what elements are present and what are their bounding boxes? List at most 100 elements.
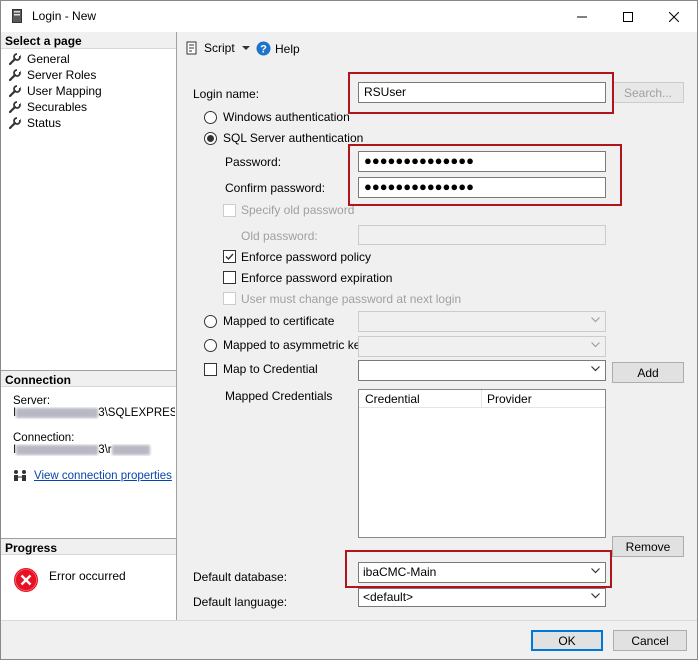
map-credential-label: Map to Credential: [223, 362, 318, 376]
wrench-icon: [9, 53, 21, 65]
connection-info: Connection: I 3\r: [13, 432, 175, 456]
maximize-button[interactable]: [605, 1, 651, 32]
asymmetric-key-select[interactable]: [358, 336, 606, 357]
mapped-asymmetric-radio[interactable]: [204, 339, 217, 352]
redacted-block: [16, 407, 99, 418]
chevron-down-icon: [591, 568, 600, 574]
page-item-label: General: [27, 52, 70, 66]
password-input[interactable]: ●●●●●●●●●●●●●●: [358, 151, 606, 172]
progress-status: Error occurred: [13, 567, 126, 593]
help-button[interactable]: ? Help: [256, 41, 300, 56]
default-language-label: Default language:: [193, 595, 288, 609]
server-icon: [12, 9, 22, 23]
page-item-securables[interactable]: Securables: [9, 99, 102, 115]
chevron-down-icon: [591, 366, 600, 372]
page-item-label: User Mapping: [27, 84, 102, 98]
default-language-value: <default>: [363, 590, 414, 604]
select-page-header: Select a page: [1, 32, 176, 49]
windows-auth-label: Windows authentication: [223, 110, 350, 124]
mapped-certificate-label: Mapped to certificate: [223, 314, 335, 328]
connection-properties-icon: [14, 470, 26, 481]
mapped-credentials-grid[interactable]: Credential Provider: [358, 389, 606, 538]
connection-header: Connection: [1, 370, 176, 387]
toolbar: Script ? Help: [178, 32, 697, 66]
confirm-password-label: Confirm password:: [225, 181, 326, 195]
redacted-block: [111, 444, 150, 455]
map-credential-checkbox[interactable]: [204, 363, 217, 376]
page-item-label: Status: [27, 116, 62, 130]
remove-button[interactable]: Remove: [612, 536, 684, 557]
page-item-label: Securables: [27, 100, 88, 114]
wrench-icon: [9, 101, 21, 113]
must-change-checkbox[interactable]: [223, 292, 236, 305]
grid-header: Credential Provider: [359, 390, 605, 408]
view-connection-properties: View connection properties: [13, 469, 172, 482]
page-item-user-mapping[interactable]: User Mapping: [9, 83, 102, 99]
dropdown-arrow-icon: [241, 45, 250, 50]
mapped-credentials-label: Mapped Credentials: [225, 389, 333, 403]
redacted-block: [16, 444, 99, 455]
server-label: Server:: [13, 395, 51, 407]
close-button[interactable]: [651, 1, 697, 32]
enforce-expiration-checkbox[interactable]: [223, 271, 236, 284]
view-connection-properties-link[interactable]: View connection properties: [34, 470, 172, 482]
general-page-content: Login name: RSUser Search... Windows aut…: [178, 68, 697, 620]
specify-old-password-checkbox[interactable]: [223, 204, 236, 217]
page-item-status[interactable]: Status: [9, 115, 102, 131]
page-item-general[interactable]: General: [9, 51, 102, 67]
connection-value: I 3\r: [13, 444, 175, 456]
credential-select[interactable]: [358, 360, 606, 381]
dialog-footer: OK Cancel: [1, 620, 697, 659]
search-button[interactable]: Search...: [612, 82, 684, 103]
sql-auth-radio[interactable]: [204, 132, 217, 145]
confirm-password-input[interactable]: ●●●●●●●●●●●●●●: [358, 177, 606, 198]
connection-label: Connection:: [13, 432, 75, 444]
window-title: Login - New: [32, 9, 97, 23]
close-icon: [669, 11, 679, 22]
enforce-policy-checkbox[interactable]: [223, 250, 236, 263]
wrench-icon: [9, 69, 21, 81]
progress-header: Progress: [1, 538, 176, 555]
old-password-input[interactable]: [358, 225, 606, 245]
title-bar: Login - New: [1, 1, 697, 32]
svg-text:?: ?: [260, 44, 267, 56]
old-password-label: Old password:: [241, 229, 318, 243]
default-database-select[interactable]: ibaCMC-Main: [358, 562, 606, 583]
default-database-label: Default database:: [193, 570, 288, 584]
enforce-expiration-label: Enforce password expiration: [241, 271, 393, 285]
default-language-select[interactable]: <default>: [358, 588, 606, 607]
sql-auth-label: SQL Server authentication: [223, 131, 364, 145]
add-button[interactable]: Add: [612, 362, 684, 383]
script-label: Script: [204, 41, 235, 55]
help-icon: ?: [256, 41, 271, 56]
ok-button[interactable]: OK: [531, 630, 603, 651]
script-icon: [186, 41, 197, 55]
server-value-suffix: 3\SQLEXPRES: [98, 407, 175, 419]
checkmark-icon: [225, 253, 234, 261]
mapped-certificate-radio[interactable]: [204, 315, 217, 328]
page-item-server-roles[interactable]: Server Roles: [9, 67, 102, 83]
login-new-dialog: Login - New Select a page General Server…: [0, 0, 698, 660]
server-value: I 3\SQLEXPRES: [13, 407, 175, 419]
provider-column-header[interactable]: Provider: [487, 392, 532, 406]
chevron-down-icon: [591, 342, 600, 348]
default-database-value: ibaCMC-Main: [363, 565, 437, 579]
certificate-select[interactable]: [358, 311, 606, 332]
page-list: General Server Roles User Mapping Secura…: [9, 51, 102, 131]
script-button[interactable]: Script: [185, 41, 250, 55]
left-pane: Select a page General Server Roles User …: [1, 32, 177, 620]
login-name-input[interactable]: RSUser: [358, 82, 606, 103]
credential-column-header[interactable]: Credential: [365, 392, 420, 406]
cancel-button[interactable]: Cancel: [613, 630, 687, 651]
minimize-icon: [577, 16, 587, 17]
specify-old-password-label: Specify old password: [241, 203, 355, 217]
page-item-label: Server Roles: [27, 68, 97, 82]
chevron-down-icon: [591, 317, 600, 323]
password-label: Password:: [225, 155, 282, 169]
windows-auth-radio[interactable]: [204, 111, 217, 124]
help-label: Help: [275, 41, 300, 56]
chevron-down-icon: [591, 593, 600, 599]
wrench-icon: [9, 117, 21, 129]
progress-status-text: Error occurred: [49, 569, 126, 583]
minimize-button[interactable]: [559, 1, 605, 32]
